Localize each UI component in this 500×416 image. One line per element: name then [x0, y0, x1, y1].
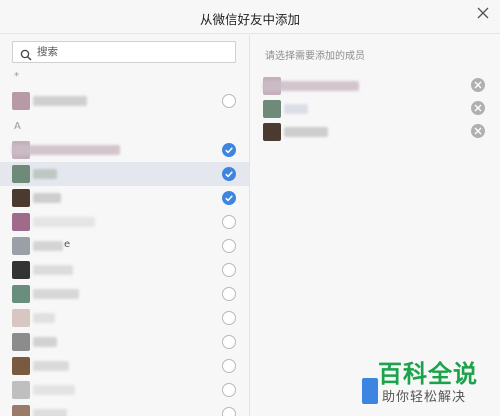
contact-name-blurred: [33, 361, 69, 371]
contact-row[interactable]: [0, 402, 249, 416]
contact-name-blurred: [33, 217, 95, 227]
contact-name-blurred: [33, 337, 57, 347]
remove-member-icon[interactable]: [471, 78, 485, 92]
member-name-blurred: [284, 127, 328, 137]
select-checkbox-checked[interactable]: [222, 143, 236, 157]
contact-name-suffix: e: [64, 239, 71, 250]
select-checkbox[interactable]: [222, 263, 236, 277]
contact-row[interactable]: [0, 282, 249, 306]
select-checkbox[interactable]: [222, 383, 236, 397]
watermark-subtitle: 助你轻松解决: [382, 390, 467, 405]
select-checkbox[interactable]: [222, 287, 236, 301]
avatar: [263, 100, 281, 118]
selected-member-item: [251, 75, 500, 97]
select-checkbox[interactable]: [222, 311, 236, 325]
contact-row[interactable]: e: [0, 234, 249, 258]
contact-row[interactable]: [0, 306, 249, 330]
remove-member-icon[interactable]: [471, 124, 485, 138]
avatar: [12, 405, 30, 416]
watermark: 百科全说 助你轻松解决: [370, 352, 500, 416]
select-checkbox[interactable]: [222, 94, 236, 108]
dialog-titlebar: 从微信好友中添加: [0, 0, 500, 34]
contact-name-blurred: [33, 193, 61, 203]
contact-row[interactable]: [0, 186, 249, 210]
select-checkbox-checked[interactable]: [222, 167, 236, 181]
section-header-a: A: [14, 121, 21, 132]
watermark-logo: 百科全说: [378, 360, 478, 388]
remove-member-icon[interactable]: [471, 101, 485, 115]
avatar: [12, 237, 30, 255]
avatar: [12, 213, 30, 231]
contact-row[interactable]: [0, 210, 249, 234]
selected-member-item: [251, 98, 500, 120]
select-checkbox[interactable]: [222, 239, 236, 253]
avatar: [12, 165, 30, 183]
contact-row[interactable]: [0, 378, 249, 402]
contact-row[interactable]: [0, 258, 249, 282]
avatar: [12, 261, 30, 279]
contact-list-panel: * A: [0, 35, 250, 416]
search-box[interactable]: [12, 41, 236, 63]
dialog-title: 从微信好友中添加: [199, 12, 300, 27]
select-checkbox[interactable]: [222, 215, 236, 229]
contact-name-blurred: [33, 313, 55, 323]
select-checkbox[interactable]: [222, 335, 236, 349]
avatar: [12, 333, 30, 351]
close-icon[interactable]: [476, 6, 490, 20]
member-name-blurred: [263, 81, 359, 91]
avatar: [12, 357, 30, 375]
contact-row[interactable]: [0, 89, 249, 113]
contact-name-blurred: [33, 409, 67, 416]
avatar: [12, 92, 30, 110]
member-name-blurred: [284, 104, 308, 114]
contact-name-blurred: [33, 241, 63, 251]
contact-name-blurred: [33, 289, 79, 299]
avatar: [263, 123, 281, 141]
contact-row[interactable]: [0, 354, 249, 378]
selected-member-item: [251, 121, 500, 143]
select-checkbox[interactable]: [222, 359, 236, 373]
contact-row[interactable]: [0, 138, 249, 162]
search-input[interactable]: [37, 44, 227, 60]
select-checkbox[interactable]: [222, 407, 236, 416]
section-header-star: *: [14, 71, 19, 82]
contact-name-blurred: [33, 96, 87, 106]
contact-name-blurred: [33, 169, 57, 179]
search-icon: [20, 46, 32, 61]
add-friends-dialog: 从微信好友中添加 * A: [0, 0, 500, 416]
avatar: [12, 189, 30, 207]
selected-panel-heading: 请选择需要添加的成员: [265, 51, 365, 62]
contact-row-highlighted[interactable]: [0, 162, 249, 186]
contact-name-blurred: [33, 385, 75, 395]
select-checkbox-checked[interactable]: [222, 191, 236, 205]
contact-row[interactable]: [0, 330, 249, 354]
contact-name-blurred: [33, 265, 73, 275]
avatar: [12, 381, 30, 399]
avatar: [12, 285, 30, 303]
avatar: [12, 309, 30, 327]
contact-name-blurred: [12, 145, 120, 155]
